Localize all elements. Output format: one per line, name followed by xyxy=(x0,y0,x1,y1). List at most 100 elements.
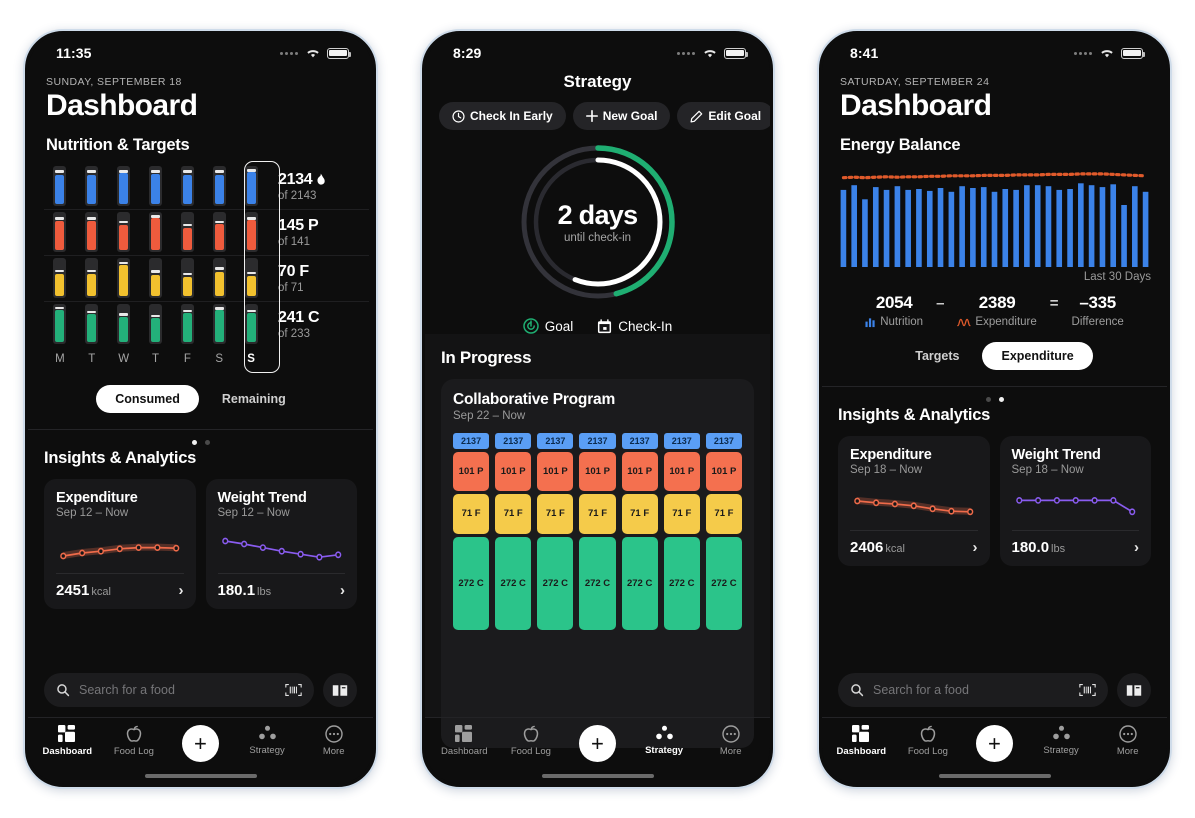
page-dots[interactable] xyxy=(822,387,1167,404)
nutrient-cell[interactable] xyxy=(117,255,131,301)
nutrient-cell[interactable] xyxy=(117,209,131,255)
nutrient-cell[interactable] xyxy=(149,209,162,255)
day-column[interactable]: S xyxy=(235,163,267,371)
add-button[interactable]: + xyxy=(578,725,616,762)
bar-target-cap xyxy=(151,270,160,273)
tab-dashboard[interactable]: Dashboard xyxy=(431,725,498,764)
nutrient-cell[interactable] xyxy=(85,163,99,209)
tab-dashboard[interactable]: Dashboard xyxy=(34,725,101,764)
nutrient-cell[interactable] xyxy=(212,301,226,347)
tab-food-log[interactable]: Food Log xyxy=(101,725,168,764)
insight-card[interactable]: Expenditure Sep 18 – Now 2406 kcal › xyxy=(838,436,990,566)
nutrient-cell[interactable] xyxy=(180,255,194,301)
legend-label: Check-In xyxy=(618,318,673,334)
insight-card[interactable]: Expenditure Sep 12 – Now 2451 kcal › xyxy=(44,479,196,609)
tab-more[interactable]: More xyxy=(300,725,367,764)
page-dot[interactable] xyxy=(985,397,991,402)
nutrient-cell[interactable] xyxy=(85,255,99,301)
nutrient-cell[interactable] xyxy=(149,301,162,347)
chevron-right-icon[interactable]: › xyxy=(179,583,184,598)
food-book-button[interactable] xyxy=(1117,673,1151,707)
chevron-right-icon[interactable]: › xyxy=(1134,540,1139,555)
program-day-column[interactable]: 2137 101 P 71 F 272 C xyxy=(579,433,616,631)
add-button[interactable]: + xyxy=(975,725,1013,762)
tab-add[interactable]: + xyxy=(564,725,631,764)
segmented-control-consumed[interactable]: Consumed Remaining xyxy=(28,385,373,413)
search-input[interactable]: Search for a food xyxy=(838,673,1108,707)
card-subtitle: Sep 18 – Now xyxy=(1011,464,1084,476)
collaborative-program-card[interactable]: Collaborative Program Sep 22 – Now 2137 1… xyxy=(441,379,754,748)
search-input[interactable]: Search for a food xyxy=(44,673,314,707)
barcode-scan-icon[interactable] xyxy=(285,683,302,697)
legend-goal[interactable]: Goal xyxy=(522,318,573,334)
chip-check-in-early[interactable]: Check In Early xyxy=(439,102,566,130)
tab-strategy[interactable]: Strategy xyxy=(1028,725,1095,764)
nutrient-cell[interactable] xyxy=(117,301,131,347)
tab-add[interactable]: + xyxy=(167,725,234,764)
day-column[interactable]: F xyxy=(171,163,203,371)
nutrient-cell[interactable] xyxy=(212,255,226,301)
nutrient-cell[interactable] xyxy=(149,163,162,209)
nutrient-cell[interactable] xyxy=(53,163,67,209)
nutrient-cell[interactable] xyxy=(53,209,67,255)
page-dot[interactable] xyxy=(191,440,197,445)
chip-label: New Goal xyxy=(602,109,658,123)
tab-food-log[interactable]: Food Log xyxy=(498,725,565,764)
bar-track xyxy=(180,212,194,252)
program-day-column[interactable]: 2137 101 P 71 F 272 C xyxy=(621,433,658,631)
day-column[interactable]: T xyxy=(76,163,108,371)
segment-consumed[interactable]: Consumed xyxy=(96,385,199,413)
nutrient-cell[interactable] xyxy=(53,255,67,301)
segmented-control-expenditure[interactable]: Targets Expenditure xyxy=(822,342,1167,370)
nutrient-cell[interactable] xyxy=(244,301,258,347)
bar-fill xyxy=(55,309,65,342)
nutrient-cell[interactable] xyxy=(149,255,162,301)
nutrient-cell[interactable] xyxy=(212,209,226,255)
status-time: 8:41 xyxy=(850,45,879,61)
day-column[interactable]: S xyxy=(203,163,235,371)
nutrient-cell[interactable] xyxy=(180,301,194,347)
insight-card[interactable]: Weight Trend Sep 12 – Now 180.1 lbs › xyxy=(205,479,357,609)
nutrient-cell[interactable] xyxy=(85,209,99,255)
chip-new-goal[interactable]: New Goal xyxy=(572,102,671,130)
tab-strategy[interactable]: Strategy xyxy=(234,725,301,764)
day-column[interactable]: M xyxy=(44,163,76,371)
program-day-column[interactable]: 2137 101 P 71 F 272 C xyxy=(663,433,700,631)
program-day-column[interactable]: 2137 101 P 71 F 272 C xyxy=(537,433,574,631)
food-book-button[interactable] xyxy=(323,673,357,707)
nutrient-cell[interactable] xyxy=(117,163,131,209)
legend-check-in[interactable]: Check-In xyxy=(597,319,672,334)
nutrient-cell[interactable] xyxy=(244,163,258,209)
barcode-scan-icon[interactable] xyxy=(1079,683,1096,697)
nutrient-cell[interactable] xyxy=(85,301,99,347)
insight-card[interactable]: Weight Trend Sep 18 – Now 180.0 lbs › xyxy=(999,436,1151,566)
search-placeholder: Search for a food xyxy=(79,683,175,697)
nutrient-cell[interactable] xyxy=(244,209,258,255)
add-button[interactable]: + xyxy=(181,725,219,762)
page-dot[interactable] xyxy=(204,440,210,445)
tab-food-log[interactable]: Food Log xyxy=(895,725,962,764)
nutrient-cell[interactable] xyxy=(212,163,226,209)
segment-expenditure[interactable]: Expenditure xyxy=(982,342,1093,370)
chevron-right-icon[interactable]: › xyxy=(973,540,978,555)
chip-edit-goal[interactable]: Edit Goal xyxy=(677,102,770,130)
tab-more[interactable]: More xyxy=(697,725,764,764)
nutrient-cell[interactable] xyxy=(244,255,258,301)
program-day-column[interactable]: 2137 101 P 71 F 272 C xyxy=(705,433,742,631)
chevron-right-icon[interactable]: › xyxy=(340,583,345,598)
tab-strategy[interactable]: Strategy xyxy=(631,725,698,764)
nutrient-cell[interactable] xyxy=(53,301,67,347)
program-day-column[interactable]: 2137 101 P 71 F 272 C xyxy=(453,433,490,631)
segment-targets[interactable]: Targets xyxy=(896,342,978,370)
program-day-column[interactable]: 2137 101 P 71 F 272 C xyxy=(495,433,532,631)
segment-remaining[interactable]: Remaining xyxy=(203,385,305,413)
tab-add[interactable]: + xyxy=(961,725,1028,764)
tab-dashboard[interactable]: Dashboard xyxy=(828,725,895,764)
tab-more[interactable]: More xyxy=(1094,725,1161,764)
nutrient-cell[interactable] xyxy=(180,163,194,209)
nutrient-cell[interactable] xyxy=(180,209,194,255)
day-column[interactable]: T xyxy=(140,163,172,371)
page-dots[interactable] xyxy=(28,430,373,447)
day-column[interactable]: W xyxy=(108,163,140,371)
page-dot[interactable] xyxy=(998,397,1004,402)
